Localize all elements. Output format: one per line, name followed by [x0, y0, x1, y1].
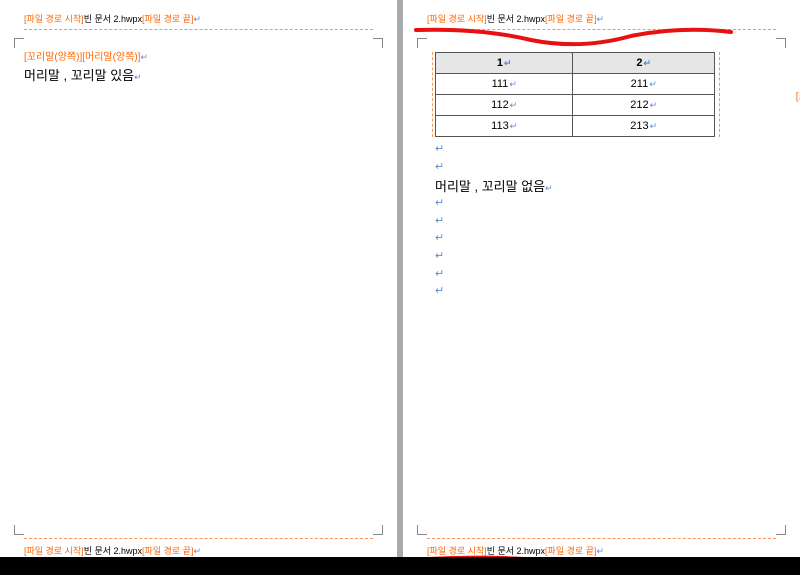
path-end-marker: [파일 경로 끝]	[142, 546, 193, 556]
table-header-cell: 2↵	[573, 53, 715, 74]
table-wrapper: 1↵ 2↵ 111↵ 211↵ 112↵ 212↵ 113↵ 213↵ [표]↵	[427, 52, 776, 137]
table-row: 113↵ 213↵	[436, 116, 715, 137]
path-end-marker: [파일 경로 끝]	[142, 14, 193, 24]
path-filename: 빈 문서 2.hwpx	[84, 14, 142, 24]
enter-mark-icon: ↵	[435, 159, 776, 177]
enter-mark-icon: ↵	[650, 121, 658, 131]
crop-mark-icon	[417, 38, 427, 48]
table-cell: 212↵	[573, 95, 715, 116]
crop-mark-icon	[373, 38, 383, 48]
enter-mark-icon: ↵	[435, 266, 776, 284]
enter-mark-icon: ↵	[545, 183, 553, 193]
file-path-footer-right: [파일 경로 시작]빈 문서 2.hwpx[파일 경로 끝]↵	[427, 544, 604, 557]
table-row: 112↵ 212↵	[436, 95, 715, 116]
path-filename: 빈 문서 2.hwpx	[487, 14, 545, 24]
table-cell: 211↵	[573, 74, 715, 95]
header-footer-tags: [꼬리말(양쪽)][머리말(양쪽)]↵	[24, 48, 373, 63]
body-text-left: 머리말 , 꼬리말 있음↵	[24, 65, 373, 84]
bottom-black-bar	[0, 557, 800, 575]
enter-mark-icon: ↵	[650, 100, 658, 110]
table-row: 111↵ 211↵	[436, 74, 715, 95]
table-header-cell: 1↵	[436, 53, 573, 74]
enter-mark-icon: ↵	[596, 546, 604, 556]
enter-mark-icon: ↵	[140, 52, 148, 62]
crop-mark-icon	[417, 525, 427, 535]
table-cell: 113↵	[436, 116, 573, 137]
empty-paragraphs: ↵ ↵ ↵ ↵ ↵ ↵	[435, 195, 776, 301]
table-guide-left	[432, 52, 433, 137]
document-viewport: [파일 경로 시작]빈 문서 2.hwpx[파일 경로 끝]↵ [꼬리말(양쪽)…	[0, 0, 800, 575]
page-left: [파일 경로 시작]빈 문서 2.hwpx[파일 경로 끝]↵ [꼬리말(양쪽)…	[0, 0, 397, 575]
enter-mark-icon: ↵	[435, 141, 776, 159]
enter-mark-icon: ↵	[435, 195, 776, 213]
page-right: [파일 경로 시작]빈 문서 2.hwpx[파일 경로 끝]↵ 1↵ 2↵ 11…	[403, 0, 800, 575]
crop-mark-icon	[14, 525, 24, 535]
table-cell: 112↵	[436, 95, 573, 116]
body-text-right: 머리말 , 꼬리말 없음↵	[435, 176, 776, 195]
enter-mark-icon: ↵	[134, 72, 142, 82]
crop-mark-icon	[776, 38, 786, 48]
enter-mark-icon: ↵	[435, 213, 776, 231]
path-start-marker: [파일 경로 시작]	[24, 14, 84, 24]
enter-mark-icon: ↵	[510, 100, 518, 110]
enter-mark-icon: ↵	[649, 79, 657, 89]
path-filename: 빈 문서 2.hwpx	[84, 546, 142, 556]
enter-mark-icon: ↵	[510, 121, 518, 131]
path-start-marker: [파일 경로 시작]	[427, 14, 487, 24]
file-path-footer-left: [파일 경로 시작]빈 문서 2.hwpx[파일 경로 끝]↵	[24, 544, 201, 557]
enter-mark-icon: ↵	[435, 230, 776, 248]
table-cell: 111↵	[436, 74, 573, 95]
enter-mark-icon: ↵	[435, 248, 776, 266]
enter-mark-icon: ↵	[509, 79, 517, 89]
empty-paragraphs: ↵ ↵	[435, 141, 776, 176]
header-separator	[24, 29, 373, 30]
hand-annotation-top	[411, 22, 741, 48]
file-path-header-right: [파일 경로 시작]빈 문서 2.hwpx[파일 경로 끝]↵	[427, 12, 776, 25]
data-table: 1↵ 2↵ 111↵ 211↵ 112↵ 212↵ 113↵ 213↵	[435, 52, 715, 137]
table-guide-right	[719, 52, 720, 137]
footer-separator	[427, 538, 776, 539]
crop-mark-icon	[373, 525, 383, 535]
path-end-marker: [파일 경로 끝]	[545, 14, 596, 24]
crop-mark-icon	[776, 525, 786, 535]
file-path-header-left: [파일 경로 시작]빈 문서 2.hwpx[파일 경로 끝]↵	[24, 12, 373, 25]
table-cell: 213↵	[573, 116, 715, 137]
enter-mark-icon: ↵	[644, 58, 652, 68]
enter-mark-icon: ↵	[435, 283, 776, 301]
enter-mark-icon: ↵	[596, 14, 604, 24]
path-start-marker: [파일 경로 시작]	[427, 546, 487, 556]
enter-mark-icon: ↵	[193, 546, 201, 556]
enter-mark-icon: ↵	[193, 14, 201, 24]
header-separator	[427, 29, 776, 30]
table-marker-label: [표]↵	[796, 87, 800, 102]
table-header-row: 1↵ 2↵	[436, 53, 715, 74]
enter-mark-icon: ↵	[504, 58, 512, 68]
path-filename: 빈 문서 2.hwpx	[487, 546, 545, 556]
footer-separator	[24, 538, 373, 539]
path-start-marker: [파일 경로 시작]	[24, 546, 84, 556]
crop-mark-icon	[14, 38, 24, 48]
path-end-marker: [파일 경로 끝]	[545, 546, 596, 556]
